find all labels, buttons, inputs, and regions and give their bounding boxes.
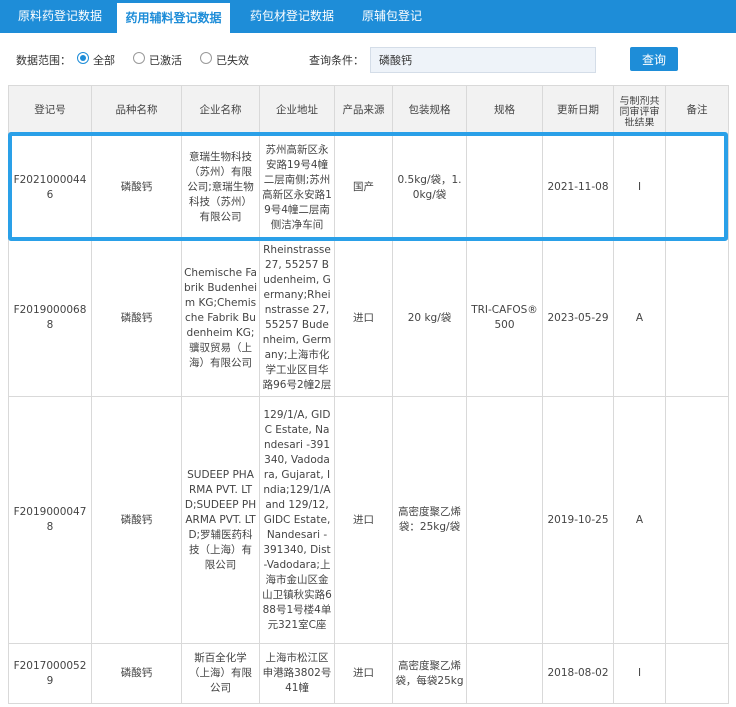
table-row[interactable]: F20190000478 磷酸钙 SUDEEP PHARMA PVT. LTD;… [8,396,729,644]
cell-spec [466,135,543,240]
cell-spec: TRI-CAFOS® 500 [466,239,543,397]
cell-address: 上海市松江区申港路3802号41幢 [259,643,335,704]
cell-reg-no: F20190000478 [8,396,92,644]
tab-api-registration[interactable]: 原料药登记数据 [10,0,110,33]
col-header-result: 与制剂共同审评审批结果 [613,85,666,136]
cell-date: 2019-10-25 [542,396,614,644]
cell-company: SUDEEP PHARMA PVT. LTD;SUDEEP PHARMA PVT… [181,396,260,644]
table-row[interactable]: F20190000688 磷酸钙 Chemische Fabrik Budenh… [8,239,729,397]
results-table: 登记号 品种名称 企业名称 企业地址 产品来源 包装规格 规格 更新日期 与制剂… [8,85,729,704]
cell-source: 进口 [334,239,393,397]
cell-date: 2018-08-02 [542,643,614,704]
cell-remark [665,239,729,397]
cell-company: 意瑞生物科技（苏州）有限公司;意瑞生物科技（苏州）有限公司 [181,135,260,240]
table-row[interactable]: F20210000446 磷酸钙 意瑞生物科技（苏州）有限公司;意瑞生物科技（苏… [8,135,729,240]
table-row[interactable]: F20170000529 磷酸钙 斯百全化学（上海）有限公司 上海市松江区申港路… [8,643,729,704]
cell-package: 高密度聚乙烯袋：25kg/袋 [392,396,467,644]
cell-remark [665,135,729,240]
col-header-spec: 规格 [466,85,543,136]
cell-source: 国产 [334,135,393,240]
cell-name: 磷酸钙 [91,239,182,397]
cell-address: Rheinstrasse 27, 55257 Budenheim, German… [259,239,335,397]
cell-spec [466,396,543,644]
radio-invalid-label[interactable]: 已失效 [216,52,249,68]
cell-spec [466,643,543,704]
cell-result: I [613,135,666,240]
col-header-remark: 备注 [665,85,729,136]
tab-excipient-registration[interactable]: 药用辅料登记数据 [117,3,230,33]
tab-combined-registration[interactable]: 原辅包登记 [352,0,432,33]
cell-address: 苏州高新区永安路19号4幢二层南侧;苏州高新区永安路19号4幢二层南侧洁净车间 [259,135,335,240]
cell-package: 高密度聚乙烯袋，每袋25kg [392,643,467,704]
filter-bar: 数据范围： 全部 已激活 已失效 查询条件： 查询 [0,33,736,85]
cell-reg-no: F20210000446 [8,135,92,240]
col-header-source: 产品来源 [334,85,393,136]
col-header-address: 企业地址 [259,85,335,136]
radio-active[interactable] [133,52,145,64]
cell-reg-no: F20190000688 [8,239,92,397]
condition-label: 查询条件： [309,54,364,67]
cell-reg-no: F20170000529 [8,643,92,704]
scope-label: 数据范围： [16,54,71,67]
cell-name: 磷酸钙 [91,396,182,644]
cell-source: 进口 [334,643,393,704]
cell-package: 20 kg/袋 [392,239,467,397]
cell-date: 2023-05-29 [542,239,614,397]
cell-remark [665,643,729,704]
col-header-date: 更新日期 [542,85,614,136]
cell-remark [665,396,729,644]
radio-all[interactable] [77,52,89,64]
cell-address: 129/1/A, GIDC Estate, Nandesari -391340,… [259,396,335,644]
tab-packaging-registration[interactable]: 药包材登记数据 [238,0,346,33]
cell-package: 0.5kg/袋，1.0kg/袋 [392,135,467,240]
radio-active-label[interactable]: 已激活 [149,52,182,68]
cell-source: 进口 [334,396,393,644]
cell-result: I [613,643,666,704]
col-header-package: 包装规格 [392,85,467,136]
col-header-name: 品种名称 [91,85,182,136]
col-header-result-text: 与制剂共同审评审批结果 [619,95,660,126]
col-header-reg-no: 登记号 [8,85,92,136]
cell-company: Chemische Fabrik Budenheim KG;Chemische … [181,239,260,397]
cell-result: A [613,239,666,397]
cell-result: A [613,396,666,644]
cell-name: 磷酸钙 [91,643,182,704]
radio-invalid[interactable] [200,52,212,64]
table-header-row: 登记号 品种名称 企业名称 企业地址 产品来源 包装规格 规格 更新日期 与制剂… [8,85,729,136]
radio-all-label[interactable]: 全部 [93,52,115,68]
cell-name: 磷酸钙 [91,135,182,240]
query-input[interactable] [370,47,596,73]
tab-bar: 原料药登记数据 药用辅料登记数据 药包材登记数据 原辅包登记 [0,0,736,33]
cell-date: 2021-11-08 [542,135,614,240]
col-header-company: 企业名称 [181,85,260,136]
query-button[interactable]: 查询 [630,47,678,71]
cell-company: 斯百全化学（上海）有限公司 [181,643,260,704]
